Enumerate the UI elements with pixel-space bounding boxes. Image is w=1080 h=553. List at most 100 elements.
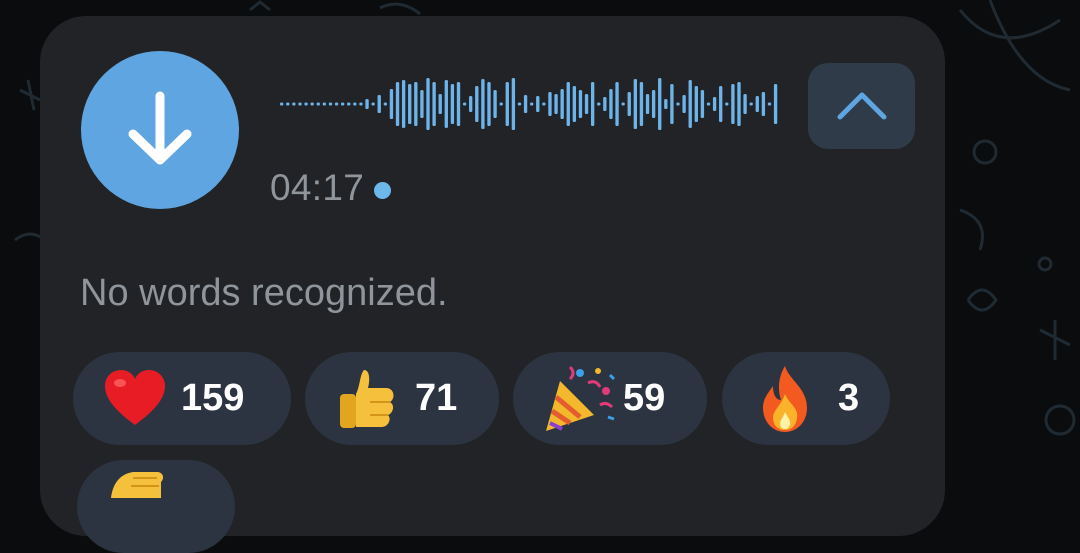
waveform-bar: [414, 82, 418, 126]
waveform-bar: [456, 82, 461, 126]
waveform-bar: [432, 82, 436, 126]
waveform-bar: [603, 97, 607, 111]
waveform-bar: [694, 86, 698, 122]
waveform-bar: [584, 94, 589, 114]
waveform-bar: [560, 89, 564, 119]
waveform-bar: [578, 90, 583, 118]
waveform-bar: [328, 102, 333, 106]
waveform-bar: [761, 92, 766, 116]
waveform-bar: [548, 92, 552, 116]
waveform-bar: [322, 102, 327, 106]
waveform-bar: [706, 102, 711, 106]
waveform-bar: [664, 99, 668, 109]
waveform-bar: [676, 102, 680, 106]
reaction-count: 59: [623, 377, 666, 419]
waveform-bar: [365, 99, 369, 109]
waveform-bar: [633, 79, 638, 129]
clapping-hands-icon: [105, 468, 169, 498]
reaction-heart[interactable]: 159: [73, 352, 291, 445]
waveform-bar: [645, 94, 650, 114]
waveform-bar: [767, 102, 772, 106]
waveform-bar: [316, 102, 320, 106]
waveform-bar: [310, 102, 314, 106]
waveform-bar: [389, 89, 394, 119]
waveform-bar: [597, 102, 601, 106]
waveform-bar: [438, 94, 442, 114]
waveform-bar: [590, 82, 595, 126]
voice-duration: 04:17: [270, 167, 365, 208]
waveform-bar: [627, 92, 631, 116]
chevron-up-icon: [837, 92, 886, 120]
waveform-bar: [286, 102, 290, 106]
waveform-bar: [292, 102, 296, 106]
waveform-bar: [395, 82, 400, 126]
waveform-bar: [475, 86, 479, 122]
reaction-clap[interactable]: [77, 460, 235, 553]
waveform-bar: [554, 94, 558, 114]
waveform-bar: [517, 102, 522, 106]
waveform-bar: [755, 96, 759, 112]
waveform-bar: [773, 84, 778, 124]
duration-row: 04:17: [270, 166, 392, 210]
reaction-party-popper[interactable]: 59: [513, 352, 707, 445]
collapse-transcript-button[interactable]: [808, 63, 915, 149]
waveform-bar: [688, 80, 692, 128]
waveform-bar: [542, 102, 546, 106]
waveform-bar: [347, 102, 351, 106]
waveform-bar: [487, 82, 491, 126]
waveform-bar: [420, 90, 424, 118]
waveform-bar: [401, 80, 406, 128]
waveform-bar: [408, 84, 412, 124]
waveform-bar: [572, 86, 577, 122]
reaction-thumbs-up[interactable]: 71: [305, 352, 499, 445]
waveform-bar: [682, 95, 686, 113]
unread-dot: [374, 181, 392, 199]
waveform-bar: [499, 102, 503, 106]
voice-waveform[interactable]: [280, 72, 780, 136]
waveform-bar: [359, 102, 363, 106]
waveform-bar: [444, 80, 448, 128]
waveform-bar: [670, 84, 674, 124]
waveform-bar: [566, 82, 570, 126]
waveform-bar: [615, 82, 619, 126]
waveform-bar: [621, 102, 625, 106]
heart-icon: [101, 369, 169, 429]
waveform-bar: [462, 102, 467, 106]
waveform-bar: [658, 78, 662, 130]
waveform-bar: [651, 90, 656, 118]
waveform-bar: [536, 96, 540, 112]
waveform-bar: [511, 78, 516, 130]
transcription-text: No words recognized.: [80, 272, 448, 314]
waveform-bar: [523, 95, 528, 113]
reaction-fire[interactable]: 3: [722, 352, 890, 445]
waveform-bar: [725, 102, 729, 106]
waveform-bar: [505, 82, 509, 126]
waveform-bar: [731, 84, 735, 124]
arrow-down-icon: [128, 91, 192, 165]
waveform-bar: [304, 102, 308, 106]
waveform-bar: [743, 94, 747, 114]
download-button[interactable]: [81, 51, 239, 209]
waveform-bar: [280, 102, 284, 106]
waveform-bar: [481, 79, 485, 129]
waveform-bar: [334, 102, 339, 106]
waveform-bar: [353, 102, 357, 106]
waveform-bar: [340, 102, 345, 106]
fire-icon: [754, 364, 816, 434]
reaction-count: 3: [838, 377, 860, 419]
waveform-bar: [700, 90, 705, 118]
waveform-bar: [426, 78, 430, 130]
thumbs-up-icon: [333, 364, 405, 434]
waveform-bar: [639, 82, 644, 126]
waveform-bar: [450, 84, 455, 124]
waveform-bar: [371, 102, 375, 106]
waveform-bar: [493, 90, 497, 118]
waveform-bar: [609, 89, 613, 119]
waveform-bar: [737, 82, 741, 126]
reaction-count: 71: [415, 377, 458, 419]
waveform-bar: [749, 102, 753, 106]
waveform-bar: [719, 86, 723, 122]
party-popper-icon: [539, 361, 619, 437]
waveform-bar: [383, 102, 388, 106]
waveform-bar: [469, 96, 473, 112]
